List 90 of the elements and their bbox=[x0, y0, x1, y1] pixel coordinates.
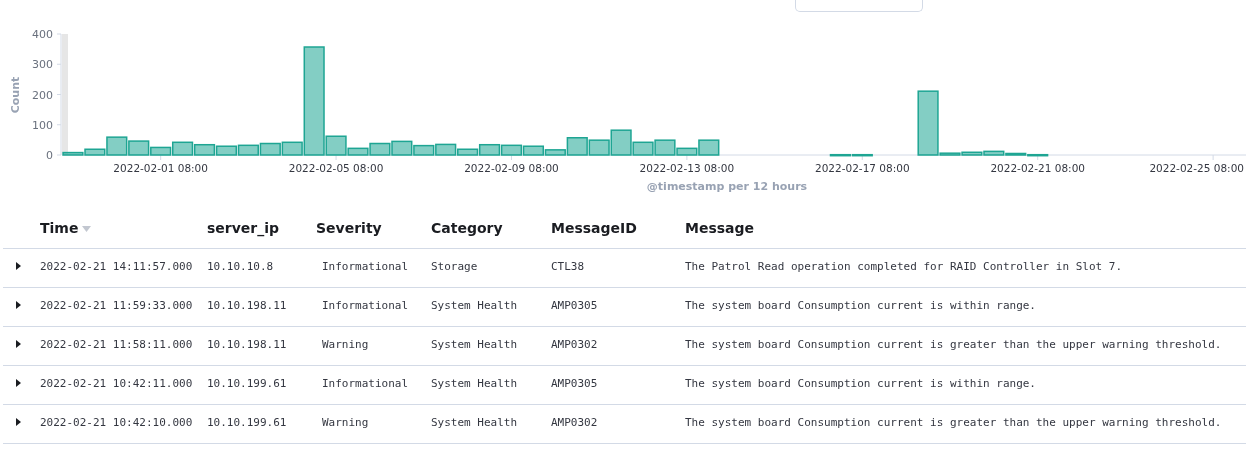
table-cell: The system board Consumption current is greater than the upper warning threshold. bbox=[685, 338, 1222, 352]
table-cell: 2022-02-21 11:58:11.000 bbox=[40, 338, 193, 352]
bar[interactable] bbox=[654, 139, 676, 156]
table-cell: 10.10.198.11 bbox=[207, 299, 287, 313]
table-cell: System Health bbox=[431, 299, 518, 313]
x-axis-title: @timestamp per 12 hours bbox=[646, 180, 808, 193]
bar[interactable] bbox=[917, 90, 939, 156]
bar[interactable] bbox=[435, 143, 457, 156]
bar[interactable] bbox=[829, 153, 851, 157]
bar[interactable] bbox=[544, 149, 566, 156]
bar[interactable] bbox=[172, 141, 194, 156]
table-cell: 2022-02-21 10:42:11.000 bbox=[40, 377, 193, 391]
bar[interactable] bbox=[500, 144, 523, 156]
bar[interactable] bbox=[303, 46, 325, 156]
table-cell: 10.10.10.8 bbox=[207, 260, 274, 274]
table-cell: 2022-02-21 10:42:10.000 bbox=[40, 416, 193, 430]
table-cell: The system board Consumption current is greater than the upper warning threshold. bbox=[685, 416, 1222, 430]
bar[interactable] bbox=[259, 142, 281, 156]
interval-select[interactable] bbox=[795, 0, 923, 12]
table-cell: System Health bbox=[431, 338, 518, 352]
x-tick-label: 2022-02-13 08:00 bbox=[639, 162, 735, 174]
bar[interactable] bbox=[347, 147, 369, 156]
bar[interactable] bbox=[961, 151, 983, 156]
table-cell: 2022-02-21 14:11:57.000 bbox=[40, 260, 193, 274]
bar[interactable] bbox=[106, 136, 128, 156]
column-header[interactable]: Time bbox=[40, 220, 92, 237]
table-cell: 10.10.199.61 bbox=[207, 377, 287, 391]
bar[interactable] bbox=[62, 151, 84, 156]
column-header[interactable]: Category bbox=[431, 220, 503, 237]
bar[interactable] bbox=[632, 141, 654, 156]
bar[interactable] bbox=[369, 142, 391, 156]
table-cell: AMP0302 bbox=[551, 416, 598, 430]
table-cell: The Patrol Read operation completed for RAID Controller in Slot 7. bbox=[685, 260, 1123, 274]
bar[interactable] bbox=[983, 150, 1005, 156]
table-cell: 2022-02-21 11:59:33.000 bbox=[40, 299, 193, 313]
x-tick-label: 2022-02-25 08:00 bbox=[1149, 162, 1244, 174]
table-cell: Informational bbox=[322, 260, 409, 274]
table-cell: System Health bbox=[431, 377, 518, 391]
bar[interactable] bbox=[851, 153, 873, 157]
x-tick-label: 2022-02-05 08:00 bbox=[288, 162, 384, 174]
x-tick-label: 2022-02-21 08:00 bbox=[990, 162, 1085, 174]
table-cell: Warning bbox=[322, 338, 369, 352]
bar[interactable] bbox=[522, 145, 544, 156]
table-cell: CTL38 bbox=[551, 260, 585, 274]
column-header[interactable]: server_ip bbox=[207, 220, 280, 237]
bar[interactable] bbox=[84, 148, 106, 156]
y-tick-label: 200 bbox=[32, 88, 53, 102]
table-cell: AMP0305 bbox=[551, 299, 598, 313]
sort-icon bbox=[82, 226, 92, 233]
bar[interactable] bbox=[193, 143, 216, 156]
table-cell: AMP0302 bbox=[551, 338, 598, 352]
bar[interactable] bbox=[413, 144, 435, 156]
y-tick-label: 0 bbox=[46, 149, 53, 162]
x-tick-label: 2022-02-09 08:00 bbox=[464, 162, 559, 174]
column-header[interactable]: Severity bbox=[316, 220, 382, 237]
bar[interactable] bbox=[478, 143, 501, 156]
bar[interactable] bbox=[391, 140, 413, 156]
bar[interactable] bbox=[939, 152, 961, 156]
bar[interactable] bbox=[610, 129, 632, 156]
column-header[interactable]: Message bbox=[685, 220, 755, 237]
bar[interactable] bbox=[150, 146, 172, 156]
table-cell: AMP0305 bbox=[551, 377, 598, 391]
table-cell: Warning bbox=[322, 416, 369, 430]
table-cell: Informational bbox=[322, 377, 409, 391]
table-cell: Storage bbox=[431, 260, 478, 274]
column-header[interactable]: MessageID bbox=[551, 220, 637, 237]
bar[interactable] bbox=[457, 148, 479, 156]
y-tick-label: 100 bbox=[32, 118, 53, 132]
table-cell: The system board Consumption current is within range. bbox=[685, 299, 1036, 313]
bar[interactable] bbox=[1005, 152, 1027, 156]
x-tick-label: 2022-02-01 08:00 bbox=[113, 162, 208, 174]
bar[interactable] bbox=[215, 145, 238, 156]
bar[interactable] bbox=[588, 139, 610, 156]
y-tick-label: 400 bbox=[32, 28, 53, 41]
bar[interactable] bbox=[128, 140, 150, 156]
table-cell: System Health bbox=[431, 416, 518, 430]
bar[interactable] bbox=[281, 141, 303, 156]
x-tick-label: 2022-02-17 08:00 bbox=[815, 162, 910, 174]
bar[interactable] bbox=[1027, 153, 1049, 157]
table-cell: 10.10.199.61 bbox=[207, 416, 287, 430]
table-cell: Informational bbox=[322, 299, 409, 313]
y-tick-label: 300 bbox=[32, 58, 53, 72]
table-cell: 10.10.198.11 bbox=[207, 338, 287, 352]
y-axis-title: Count bbox=[9, 76, 22, 114]
bar[interactable] bbox=[237, 144, 259, 156]
bar[interactable] bbox=[676, 147, 698, 156]
bar[interactable] bbox=[698, 139, 720, 156]
bar[interactable] bbox=[566, 137, 588, 156]
bar[interactable] bbox=[325, 135, 347, 156]
table-cell: The system board Consumption current is within range. bbox=[685, 377, 1036, 391]
